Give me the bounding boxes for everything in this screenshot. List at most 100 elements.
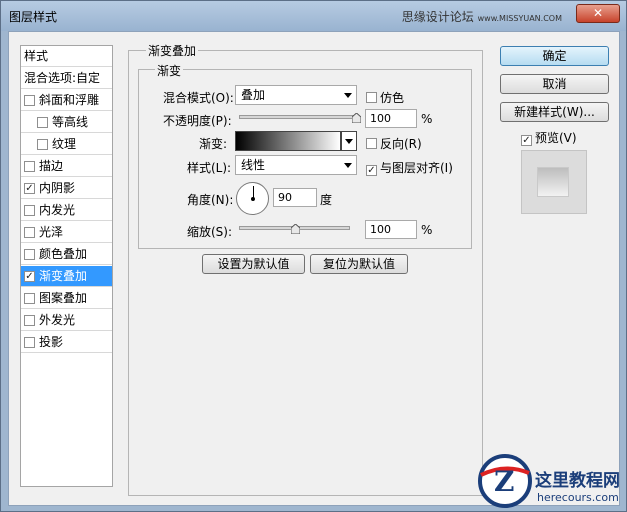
dither-label: 仿色: [380, 91, 405, 105]
style-list-header[interactable]: 样式: [21, 46, 112, 67]
style-list-item[interactable]: 投影: [21, 332, 112, 353]
style-list-header-label: 样式: [24, 49, 49, 63]
style-list-item[interactable]: 等高线: [21, 112, 112, 133]
logo-text-cn: 这里教程网: [535, 471, 620, 491]
align-with-layer-checkbox[interactable]: ✓ 与图层对齐(I): [366, 159, 453, 176]
style-list-item-label: 图案叠加: [39, 291, 88, 305]
style-list-item[interactable]: ✓ 渐变叠加: [21, 266, 112, 287]
layer-style-window: 图层样式 思缘设计论坛 www.MISSYUAN.COM ✕ 样式 混合选项:自…: [0, 0, 627, 512]
make-default-label: 设置为默认值: [217, 257, 290, 271]
blend-options-label: 混合选项:自定: [24, 71, 101, 85]
style-list-item[interactable]: 光泽: [21, 222, 112, 243]
blend-mode-select[interactable]: 叠加: [235, 85, 357, 105]
checkbox-empty-icon[interactable]: [24, 95, 35, 106]
style-list-item-label: 光泽: [39, 225, 64, 239]
style-list-item-label: 颜色叠加: [39, 247, 88, 261]
checkbox-empty-icon[interactable]: [24, 161, 35, 172]
preview-checkbox[interactable]: ✓ 预览(V): [521, 129, 577, 146]
style-list-item[interactable]: 颜色叠加: [21, 244, 112, 265]
style-list-item-label: 内发光: [39, 203, 76, 217]
checkbox-empty-icon[interactable]: [37, 117, 48, 128]
reverse-label: 反向(R): [380, 137, 422, 151]
style-label: 样式(L):: [187, 161, 232, 175]
ok-button[interactable]: 确定: [500, 46, 609, 66]
style-list-item-label: 斜面和浮雕: [39, 93, 100, 107]
reset-default-button[interactable]: 复位为默认值: [310, 254, 408, 274]
opacity-value: 100: [370, 112, 391, 125]
cancel-button[interactable]: 取消: [500, 74, 609, 94]
checkbox-empty-icon[interactable]: [37, 139, 48, 150]
gradient-subgroup-title: 渐变: [155, 62, 184, 79]
checkbox-empty-icon[interactable]: [24, 293, 35, 304]
style-list-item[interactable]: 纹理: [21, 134, 112, 155]
angle-input[interactable]: 90: [273, 188, 317, 207]
style-list-item[interactable]: 内发光: [21, 200, 112, 221]
opacity-slider[interactable]: [239, 115, 356, 119]
style-list-item-label: 渐变叠加: [39, 269, 88, 283]
scale-label: 缩放(S):: [187, 225, 233, 239]
reverse-checkbox[interactable]: 反向(R): [366, 135, 422, 152]
align-check-icon: ✓: [366, 165, 377, 176]
blend-mode-value: 叠加: [241, 88, 266, 102]
angle-label: 角度(N):: [187, 193, 234, 207]
checkbox-empty-icon[interactable]: [24, 249, 35, 260]
blend-mode-label: 混合模式(O):: [163, 91, 234, 105]
style-list-item[interactable]: 斜面和浮雕: [21, 90, 112, 111]
new-style-label: 新建样式(W)...: [514, 105, 595, 119]
angle-value: 90: [278, 191, 292, 204]
site-logo: Z 这里教程网 herecours.com: [475, 439, 621, 511]
gradient-label: 渐变:: [199, 137, 228, 151]
make-default-button[interactable]: 设置为默认值: [202, 254, 305, 274]
gradient-overlay-title: 渐变叠加: [146, 42, 199, 59]
style-list-item[interactable]: 外发光: [21, 310, 112, 331]
reverse-check-icon: [366, 138, 377, 149]
opacity-label: 不透明度(P):: [163, 114, 232, 128]
cancel-label: 取消: [542, 77, 567, 91]
scale-unit: %: [421, 223, 433, 237]
style-list-item[interactable]: ✓ 内阴影: [21, 178, 112, 199]
style-list-item[interactable]: 图案叠加: [21, 288, 112, 309]
style-list-item-label: 纹理: [52, 137, 77, 151]
close-button[interactable]: ✕: [576, 4, 620, 23]
checkbox-empty-icon[interactable]: [24, 337, 35, 348]
style-select[interactable]: 线性: [235, 155, 357, 175]
opacity-slider-thumb[interactable]: [352, 113, 361, 123]
new-style-button[interactable]: 新建样式(W)...: [500, 102, 609, 122]
title-bar[interactable]: 图层样式 思缘设计论坛 www.MISSYUAN.COM ✕: [1, 1, 626, 31]
dialog-client: 样式 混合选项:自定 斜面和浮雕 等高线 纹理 描边 ✓ 内阴影 内发光 光泽 颜色叠加 ✓ 渐变叠…: [8, 31, 620, 506]
logo-text-en: herecours.com: [537, 491, 619, 504]
style-list-item-label: 内阴影: [39, 181, 76, 195]
opacity-input[interactable]: 100: [365, 109, 417, 128]
scale-value: 100: [370, 223, 391, 236]
reset-default-label: 复位为默认值: [322, 257, 395, 271]
opacity-unit: %: [421, 112, 433, 126]
style-list-item-label: 描边: [39, 159, 64, 173]
preview-check-icon: ✓: [521, 135, 532, 146]
style-list-item-label: 投影: [39, 335, 64, 349]
angle-dial[interactable]: [236, 182, 269, 215]
window-title: 图层样式: [9, 10, 58, 24]
dither-check-icon: [366, 92, 377, 103]
checkbox-empty-icon[interactable]: [24, 205, 35, 216]
ok-label: 确定: [542, 49, 567, 63]
logo-z-icon: Z: [478, 454, 532, 508]
checkbox-checked-icon[interactable]: ✓: [24, 183, 35, 194]
scale-input[interactable]: 100: [365, 220, 417, 239]
chevron-down-icon: [344, 163, 352, 168]
dither-checkbox[interactable]: 仿色: [366, 89, 404, 106]
preview-label: 预览(V): [535, 131, 577, 145]
watermark-text: 思缘设计论坛: [401, 10, 474, 24]
align-label: 与图层对齐(I): [380, 161, 453, 175]
gradient-preview-swatch[interactable]: [235, 131, 341, 151]
gradient-picker-button[interactable]: [341, 131, 357, 151]
checkbox-empty-icon[interactable]: [24, 227, 35, 238]
style-preview-thumbnail: [521, 150, 587, 214]
checkbox-empty-icon[interactable]: [24, 315, 35, 326]
scale-slider-thumb[interactable]: [290, 224, 300, 234]
blend-options-item[interactable]: 混合选项:自定: [21, 68, 112, 89]
style-list-item-label: 外发光: [39, 313, 76, 327]
style-list-item[interactable]: 描边: [21, 156, 112, 177]
watermark-url: www.MISSYUAN.COM: [477, 14, 562, 23]
style-list-item-label: 等高线: [52, 115, 89, 129]
checkbox-checked-icon[interactable]: ✓: [24, 271, 35, 282]
